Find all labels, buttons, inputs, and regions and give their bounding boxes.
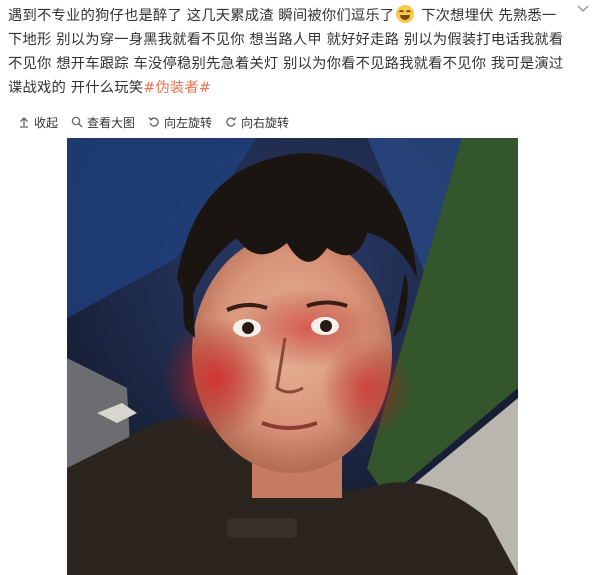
magnifier-icon [71,116,83,128]
rotate-left-icon [148,117,159,127]
post-photo[interactable] [67,138,518,575]
view-large-label: 查看大图 [87,115,136,130]
chevron-down-icon[interactable] [576,2,590,16]
rotate-right-button[interactable]: 向右旋转 [225,114,289,131]
selfie-photo-illustration [67,138,518,575]
view-large-button[interactable]: 查看大图 [71,114,135,131]
collapse-arrow-icon [20,117,28,128]
rotate-left-label: 向左旋转 [164,115,213,130]
laughing-face-emoji-icon [396,5,415,23]
image-toolbar: 收起 查看大图 向左旋转 向右旋转 [18,113,302,131]
rotate-left-button[interactable]: 向左旋转 [148,114,212,131]
rotate-right-icon [226,117,237,127]
post-text-part1: 遇到不专业的狗仔也是醉了 这几天累成渣 瞬间被你们逗乐了 [8,8,395,24]
collapse-button[interactable]: 收起 [18,114,58,131]
post-text: 遇到不专业的狗仔也是醉了 这几天累成渣 瞬间被你们逗乐了 下次想埋伏 先熟悉一下… [8,4,568,100]
collapse-label: 收起 [34,115,59,130]
hashtag-link[interactable]: #伪装者# [143,80,211,96]
rotate-right-label: 向右旋转 [241,115,290,130]
